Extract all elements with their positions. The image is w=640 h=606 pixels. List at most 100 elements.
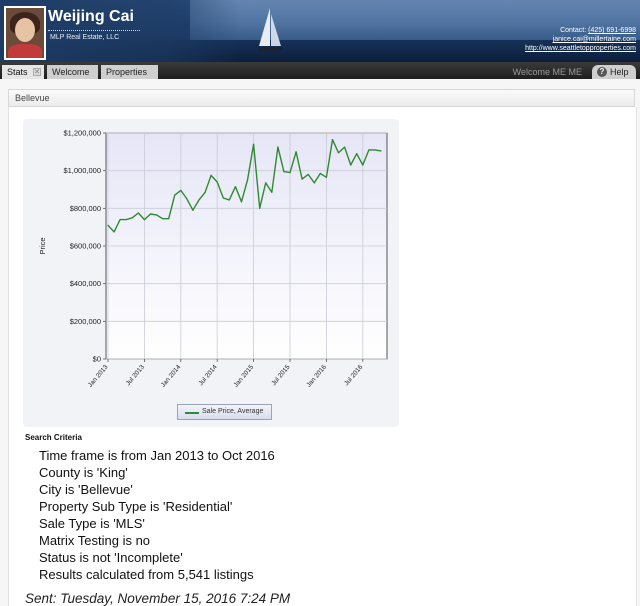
- criteria-item: City is 'Bellevue': [39, 482, 133, 497]
- data-point: [222, 197, 224, 199]
- criteria-item: Status is not 'Incomplete': [39, 550, 183, 565]
- data-point: [119, 219, 121, 221]
- sent-timestamp: Sent: Tuesday, November 15, 2016 7:24 PM: [25, 591, 291, 606]
- y-tick-label: $800,000: [70, 204, 101, 213]
- contact-label: Contact:: [560, 27, 587, 34]
- data-point: [168, 218, 170, 220]
- sailboat-icon: [257, 8, 283, 52]
- legend-swatch: [185, 412, 199, 414]
- data-point: [180, 189, 182, 192]
- data-point: [350, 164, 352, 166]
- data-point: [313, 182, 315, 184]
- help-icon: ?: [597, 67, 607, 77]
- data-point: [198, 199, 200, 201]
- data-point: [131, 217, 133, 219]
- criteria-item: County is 'King': [39, 465, 128, 480]
- data-point: [356, 153, 358, 155]
- data-point: [289, 171, 291, 174]
- search-criteria-list: Time frame is from Jan 2013 to Oct 2016 …: [39, 447, 275, 583]
- tab-welcome[interactable]: Welcome: [47, 65, 98, 79]
- data-point: [374, 149, 376, 151]
- data-point: [125, 219, 127, 221]
- criteria-item: Sale Type is 'MLS': [39, 516, 145, 531]
- data-point: [277, 146, 279, 148]
- chart-legend: Sale Price, Average: [177, 404, 272, 420]
- stats-panel: $0 $200,000 $400,000 $600,000 $800,000 $1,000…: [8, 107, 637, 606]
- help-label: Help: [610, 67, 629, 77]
- agent-photo: [4, 6, 46, 60]
- data-point: [137, 212, 139, 214]
- x-tick-label: Jul 2016: [343, 363, 364, 387]
- data-point: [265, 182, 267, 184]
- data-point: [174, 194, 176, 196]
- tab-stats[interactable]: Stats ✕: [2, 65, 44, 79]
- data-point: [253, 143, 255, 145]
- criteria-item: Results calculated from 5,541 listings: [39, 567, 254, 582]
- data-point: [331, 138, 334, 141]
- data-point: [362, 164, 364, 166]
- data-point: [228, 199, 230, 201]
- data-point: [337, 152, 340, 154]
- contact-block: Contact: (425) 691-6998 janice.cai@mille…: [525, 26, 636, 53]
- x-tick-label: Jul 2015: [270, 363, 291, 387]
- data-point: [186, 198, 188, 200]
- y-tick-label: $0: [93, 355, 101, 364]
- criteria-item: Time frame is from Jan 2013 to Oct 2016: [39, 448, 275, 463]
- tab-bar: Stats ✕ Welcome Properties Welcome ME ME…: [0, 62, 640, 79]
- data-point: [216, 181, 218, 183]
- y-tick-label: $1,000,000: [63, 166, 101, 175]
- tab-properties[interactable]: Properties: [101, 65, 158, 79]
- data-point: [368, 149, 370, 151]
- divider: [48, 30, 140, 31]
- y-tick-label: $1,200,000: [63, 129, 101, 138]
- welcome-user-text: Welcome ME ME: [512, 67, 582, 77]
- data-point: [283, 171, 285, 173]
- data-point: [246, 179, 249, 181]
- agent-name: Weijing Cai: [48, 8, 134, 25]
- chart-card: $0 $200,000 $400,000 $600,000 $800,000 $1,000…: [23, 119, 399, 427]
- data-point: [143, 219, 145, 221]
- x-tick-label: Jan 2016: [305, 363, 328, 388]
- data-point: [107, 224, 109, 226]
- legend-label: Sale Price, Average: [202, 408, 264, 415]
- criteria-item: Property Sub Type is 'Residential': [39, 499, 233, 514]
- tab-stats-label: Stats: [7, 67, 28, 77]
- data-point: [234, 186, 236, 188]
- data-point: [319, 172, 321, 175]
- data-point: [113, 231, 115, 233]
- data-point: [301, 178, 303, 180]
- data-point: [204, 191, 206, 193]
- data-point: [295, 151, 297, 153]
- email-link[interactable]: janice.cai@millertaine.com: [525, 35, 636, 44]
- header-banner: Weijing Cai MLP Real Estate, LLC Contact…: [0, 0, 640, 62]
- company-name: MLP Real Estate, LLC: [50, 34, 120, 41]
- data-point: [307, 173, 309, 176]
- data-point: [149, 213, 152, 215]
- data-point: [210, 174, 212, 176]
- x-tick-label: Jul 2014: [198, 363, 219, 387]
- y-axis-label: Price: [38, 237, 47, 254]
- phone-link[interactable]: (425) 691-6998: [588, 27, 636, 34]
- data-point: [325, 176, 327, 178]
- x-tick-label: Jul 2013: [125, 363, 146, 387]
- data-point: [192, 209, 194, 211]
- x-tick-label: Jan 2014: [160, 363, 183, 388]
- section-title: Bellevue: [8, 89, 635, 107]
- content-area: Bellevue $0 $200,000 $400,000 $600,000 $800,…: [0, 79, 640, 606]
- x-tick-label: Jan 2013: [87, 363, 110, 388]
- price-chart: $0 $200,000 $400,000 $600,000 $800,000 $1,000…: [38, 129, 388, 389]
- data-point: [344, 146, 346, 148]
- data-point: [380, 150, 382, 152]
- criteria-item: Matrix Testing is no: [39, 533, 151, 548]
- website-link[interactable]: http://www.seattletopproperties.com: [525, 44, 636, 53]
- y-tick-label: $400,000: [70, 279, 101, 288]
- data-point: [259, 207, 261, 209]
- data-point: [155, 214, 158, 216]
- y-tick-label: $600,000: [70, 242, 101, 251]
- data-point: [240, 201, 243, 203]
- help-button[interactable]: ? Help: [592, 65, 636, 79]
- close-icon[interactable]: ✕: [33, 68, 41, 76]
- data-point: [162, 218, 164, 220]
- y-tick-label: $200,000: [70, 317, 101, 326]
- data-point: [271, 191, 273, 193]
